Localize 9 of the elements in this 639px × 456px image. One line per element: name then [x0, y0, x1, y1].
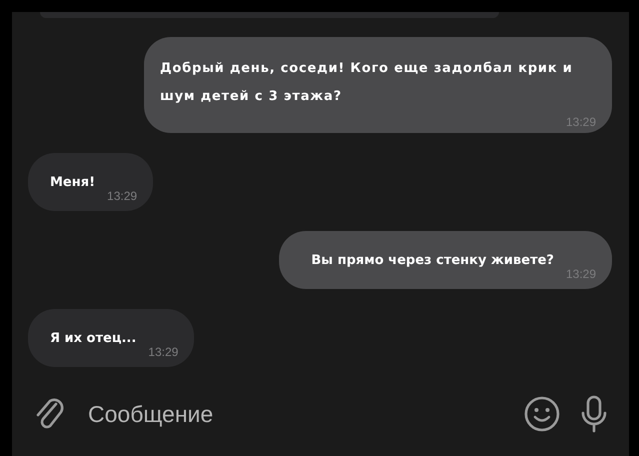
- message-input[interactable]: Сообщение: [84, 400, 505, 428]
- message-text: Меня!: [50, 174, 96, 192]
- message-time: 13:29: [107, 189, 138, 203]
- message-time: 13:29: [148, 345, 178, 359]
- emoji-icon[interactable]: [523, 395, 561, 433]
- microphone-icon[interactable]: [579, 395, 609, 433]
- message-text: Добрый день, соседи! Кого еще задолбал крик и шум детей с 3 этажа?: [159, 60, 574, 106]
- message-text: Вы прямо через стенку живете?: [311, 252, 554, 270]
- message-text: Я их отец...: [50, 330, 136, 348]
